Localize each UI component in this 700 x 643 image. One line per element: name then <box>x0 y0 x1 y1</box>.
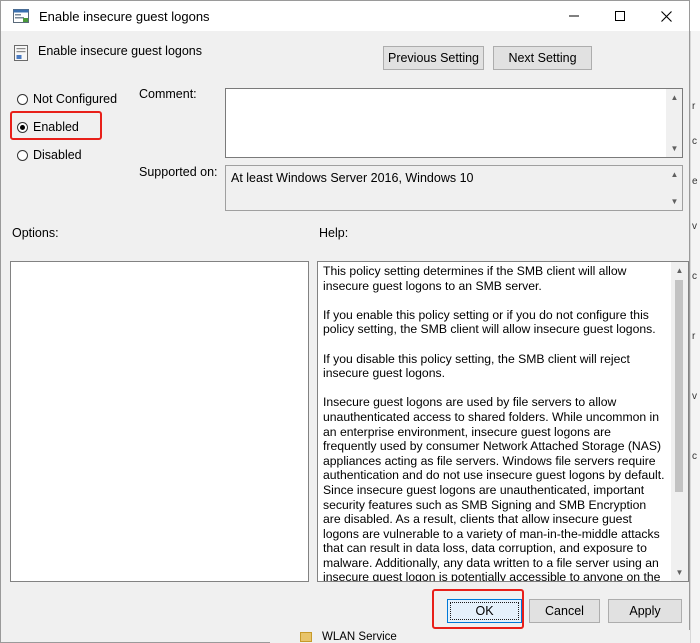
next-setting-button[interactable]: Next Setting <box>493 46 592 70</box>
scroll-down-icon[interactable]: ▼ <box>671 564 688 581</box>
scroll-up-icon[interactable]: ▲ <box>666 89 683 106</box>
help-label: Help: <box>319 226 349 240</box>
background-glyph: e <box>692 176 698 187</box>
background-glyph: c <box>692 451 697 462</box>
not-configured-radio[interactable]: Not Configured <box>17 90 117 108</box>
scroll-up-icon[interactable]: ▲ <box>671 262 688 279</box>
background-glyph: c <box>692 136 697 147</box>
help-paragraph: If you disable this policy setting, the … <box>323 351 630 381</box>
policy-setting-icon <box>14 45 28 61</box>
help-text: This policy setting determines if the SM… <box>323 264 667 582</box>
help-scrollbar-thumb[interactable] <box>675 280 683 492</box>
folder-icon <box>300 632 312 642</box>
previous-setting-label: Previous Setting <box>387 51 480 65</box>
help-paragraph: This policy setting determines if the SM… <box>323 264 627 293</box>
title-bar[interactable]: Enable insecure guest logons <box>1 1 689 31</box>
disabled-radio[interactable]: Disabled <box>17 146 82 164</box>
next-setting-label: Next Setting <box>508 51 577 65</box>
options-panel <box>10 261 309 582</box>
background-glyph: c <box>692 271 697 282</box>
radio-circle-icon <box>17 93 28 105</box>
maximize-button[interactable] <box>597 1 643 31</box>
supported-scrollbar[interactable]: ▲ ▼ <box>666 166 682 210</box>
cancel-label: Cancel <box>545 604 584 618</box>
background-glyph: r <box>692 331 696 342</box>
apply-label: Apply <box>629 604 661 618</box>
background-list-item: WLAN Service <box>322 631 397 643</box>
supported-on-label: Supported on: <box>139 165 218 179</box>
disabled-label: Disabled <box>33 148 82 162</box>
background-glyph: r <box>692 101 696 112</box>
minimize-icon <box>569 15 579 17</box>
ok-label: OK <box>475 604 494 618</box>
options-label: Options: <box>12 226 59 240</box>
comment-textarea[interactable] <box>225 88 683 158</box>
minimize-button[interactable] <box>551 1 597 31</box>
policy-editor-app-icon <box>13 9 29 23</box>
scroll-down-icon[interactable]: ▼ <box>666 140 683 157</box>
comment-label: Comment: <box>139 87 197 101</box>
scroll-up-icon[interactable]: ▲ <box>666 166 683 183</box>
close-icon <box>660 10 672 22</box>
window-title: Enable insecure guest logons <box>39 9 210 24</box>
help-paragraph: If you enable this policy setting or if … <box>323 307 656 337</box>
background-window-right-edge: r c e v c r v c <box>690 31 700 643</box>
supported-on-value: At least Windows Server 2016, Windows 10 <box>225 165 683 211</box>
previous-setting-button[interactable]: Previous Setting <box>383 46 484 70</box>
cancel-button[interactable]: Cancel <box>529 599 600 623</box>
close-button[interactable] <box>643 1 689 31</box>
comment-scrollbar[interactable]: ▲ ▼ <box>666 89 682 157</box>
ok-button[interactable]: OK <box>447 599 522 623</box>
not-configured-label: Not Configured <box>33 92 118 106</box>
apply-button[interactable]: Apply <box>608 599 682 623</box>
policy-name: Enable insecure guest logons <box>38 44 203 58</box>
help-paragraph: Insecure guest logons are used by file s… <box>323 395 665 582</box>
help-panel[interactable]: This policy setting determines if the SM… <box>317 261 689 582</box>
background-glyph: v <box>692 391 697 402</box>
enabled-highlight-annotation <box>10 111 102 140</box>
help-scrollbar[interactable]: ▲ ▼ <box>671 262 688 581</box>
background-glyph: v <box>692 221 697 232</box>
maximize-icon <box>615 11 625 21</box>
scroll-down-icon[interactable]: ▼ <box>666 193 683 210</box>
radio-circle-icon <box>17 149 28 161</box>
